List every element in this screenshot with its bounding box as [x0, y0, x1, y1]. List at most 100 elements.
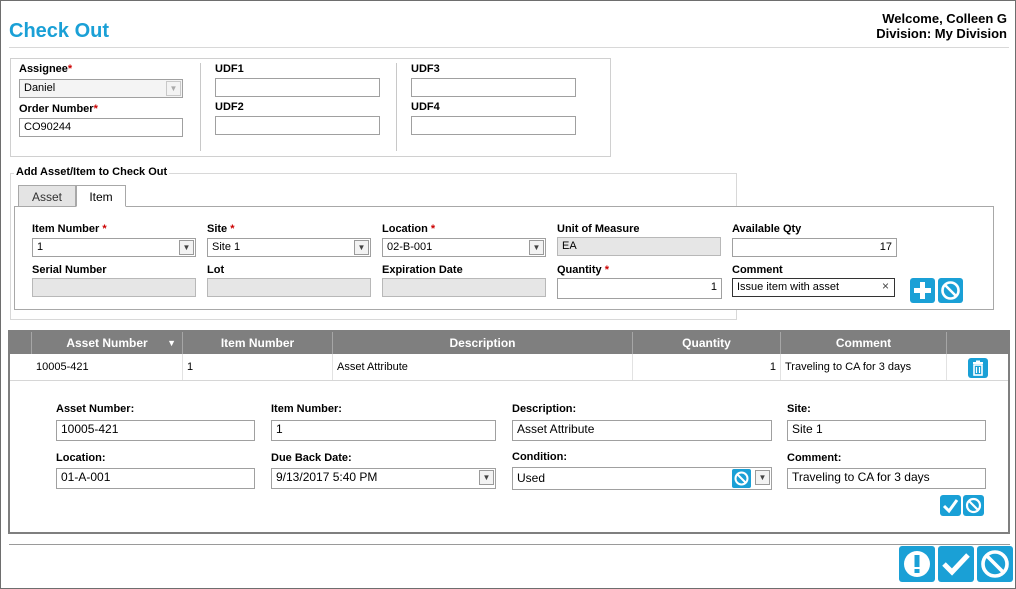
expiration-date-input[interactable] [382, 278, 546, 297]
detail-site-label: Site: [787, 403, 811, 415]
delete-row-button[interactable] [968, 358, 988, 378]
grid-header-spacer [10, 332, 32, 354]
quantity-input[interactable]: 1 [557, 278, 722, 299]
clear-icon[interactable]: × [882, 280, 889, 293]
footer-divider [9, 544, 1010, 545]
add-item-button[interactable] [910, 278, 935, 303]
plus-icon [914, 282, 931, 299]
checkout-grid: Asset Number ▼ Item Number Description Q… [8, 330, 1010, 534]
cancel-icon [965, 497, 982, 514]
tab-item[interactable]: Item [76, 185, 126, 207]
detail-comment-label: Comment: [787, 452, 842, 464]
unit-of-measure-label: Unit of Measure [557, 223, 640, 235]
udf3-label: UDF3 [411, 63, 440, 75]
detail-condition-select[interactable]: Used ▼ [512, 467, 772, 490]
detail-condition-label: Condition: [512, 451, 567, 463]
column-header-asset-number[interactable]: Asset Number ▼ [32, 332, 183, 354]
cell-quantity: 1 [633, 354, 781, 380]
clear-condition-button[interactable] [732, 469, 751, 488]
grid-header: Asset Number ▼ Item Number Description Q… [10, 332, 1008, 354]
column-header-quantity[interactable]: Quantity [633, 332, 781, 354]
udf4-label: UDF4 [411, 101, 440, 113]
chevron-down-icon: ▼ [166, 81, 181, 96]
column-header-comment[interactable]: Comment [781, 332, 947, 354]
location-label: Location * [382, 223, 436, 235]
cell-asset-number: 10005-421 [32, 354, 183, 380]
detail-asset-number-input[interactable]: 10005-421 [56, 420, 255, 441]
item-number-select[interactable]: 1 ▼ [32, 238, 196, 257]
cancel-icon [941, 281, 960, 300]
tab-asset[interactable]: Asset [18, 185, 76, 207]
sort-down-icon[interactable]: ▼ [167, 332, 176, 354]
check-icon [942, 553, 970, 576]
detail-asset-number-label: Asset Number: [56, 403, 135, 415]
column-header-description[interactable]: Description [333, 332, 633, 354]
available-qty-label: Available Qty [732, 223, 802, 235]
detail-item-number-input[interactable]: 1 [271, 420, 496, 441]
cancel-icon [981, 550, 1009, 578]
welcome-text: Welcome, Colleen G [882, 11, 1007, 26]
udf2-label: UDF2 [215, 101, 244, 113]
available-qty-field: 17 [732, 238, 897, 257]
site-label: Site * [207, 223, 235, 235]
column-header-item-number[interactable]: Item Number [183, 332, 333, 354]
chevron-down-icon: ▼ [755, 470, 770, 485]
column-divider [200, 63, 201, 151]
order-number-label: Order Number* [19, 103, 98, 115]
check-icon [942, 499, 959, 514]
udf1-label: UDF1 [215, 63, 244, 75]
warning-button[interactable] [899, 546, 935, 582]
user-info: Welcome, Colleen G Division: My Division [876, 11, 1007, 41]
cell-description: Asset Attribute [333, 354, 633, 380]
serial-number-label: Serial Number [32, 264, 107, 276]
detail-description-input[interactable]: Asset Attribute [512, 420, 772, 441]
quantity-label: Quantity * [557, 264, 609, 276]
udf1-input[interactable] [215, 78, 380, 97]
chevron-down-icon: ▼ [529, 240, 544, 255]
order-number-input[interactable]: CO90244 [19, 118, 183, 137]
cell-item-number: 1 [183, 354, 333, 380]
cancel-icon [734, 471, 749, 486]
detail-location-label: Location: [56, 452, 106, 464]
header-divider [9, 47, 1009, 48]
add-item-legend: Add Asset/Item to Check Out [14, 166, 170, 178]
chevron-down-icon: ▼ [479, 470, 494, 485]
row-detail-panel: Asset Number: 10005-421 Item Number: 1 D… [10, 382, 1008, 532]
item-number-label: Item Number * [32, 223, 107, 235]
submit-checkout-button[interactable] [938, 546, 974, 582]
checkout-window: Check Out Welcome, Colleen G Division: M… [0, 0, 1016, 589]
cancel-add-button[interactable] [938, 278, 963, 303]
udf4-input[interactable] [411, 116, 576, 135]
detail-comment-input[interactable]: Traveling to CA for 3 days [787, 468, 986, 489]
lot-label: Lot [207, 264, 225, 276]
assignee-select[interactable]: Daniel ▼ [19, 79, 183, 98]
cell-comment: Traveling to CA for 3 days [781, 354, 947, 380]
udf3-input[interactable] [411, 78, 576, 97]
site-select[interactable]: Site 1 ▼ [207, 238, 371, 257]
column-header-actions [947, 332, 1008, 354]
udf2-input[interactable] [215, 116, 380, 135]
detail-site-input[interactable]: Site 1 [787, 420, 986, 441]
division-text: Division: My Division [876, 26, 1007, 41]
order-header-panel: Assignee* Daniel ▼ Order Number* CO90244… [10, 58, 611, 157]
expiration-date-label: Expiration Date [382, 264, 463, 276]
detail-location-input[interactable]: 01-A-001 [56, 468, 255, 489]
detail-item-number-label: Item Number: [271, 403, 342, 415]
chevron-down-icon: ▼ [179, 240, 194, 255]
unit-of-measure-field: EA [557, 237, 721, 256]
chevron-down-icon: ▼ [354, 240, 369, 255]
comment-label: Comment [732, 264, 783, 276]
lot-input[interactable] [207, 278, 371, 297]
cancel-checkout-button[interactable] [977, 546, 1013, 582]
cancel-detail-button[interactable] [963, 495, 984, 516]
detail-description-label: Description: [512, 403, 577, 415]
table-row[interactable]: 10005-421 1 Asset Attribute 1 Traveling … [10, 354, 1008, 381]
detail-due-back-date-select[interactable]: 9/13/2017 5:40 PM ▼ [271, 468, 496, 489]
comment-input[interactable]: Issue item with asset × [732, 278, 895, 297]
column-divider [396, 63, 397, 151]
save-detail-button[interactable] [940, 495, 961, 516]
assignee-label: Assignee* [19, 63, 73, 75]
location-select[interactable]: 02-B-001 ▼ [382, 238, 546, 257]
trash-icon [973, 360, 983, 376]
serial-number-input[interactable] [32, 278, 196, 297]
